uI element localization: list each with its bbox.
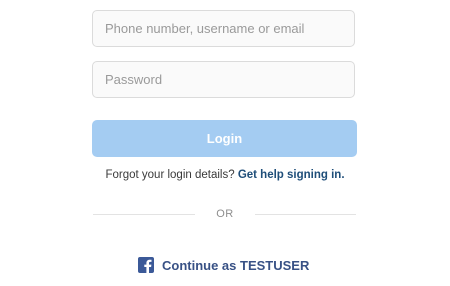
facebook-continue-label: Continue as TESTUSER <box>162 257 310 273</box>
divider-line-left <box>93 214 195 215</box>
or-separator: OR <box>216 208 234 220</box>
login-page: Login Forgot your login details? Get hel… <box>0 0 450 286</box>
username-input[interactable] <box>92 10 355 47</box>
divider-line-right <box>255 214 356 215</box>
continue-with-facebook-button[interactable]: Continue as TESTUSER <box>138 256 309 274</box>
facebook-icon <box>138 257 154 273</box>
forgot-login-row: Forgot your login details? Get help sign… <box>0 169 450 181</box>
forgot-login-text: Forgot your login details? <box>105 169 235 181</box>
login-button[interactable]: Login <box>92 120 357 157</box>
get-help-link[interactable]: Get help signing in. <box>238 169 345 181</box>
password-input[interactable] <box>92 61 355 98</box>
